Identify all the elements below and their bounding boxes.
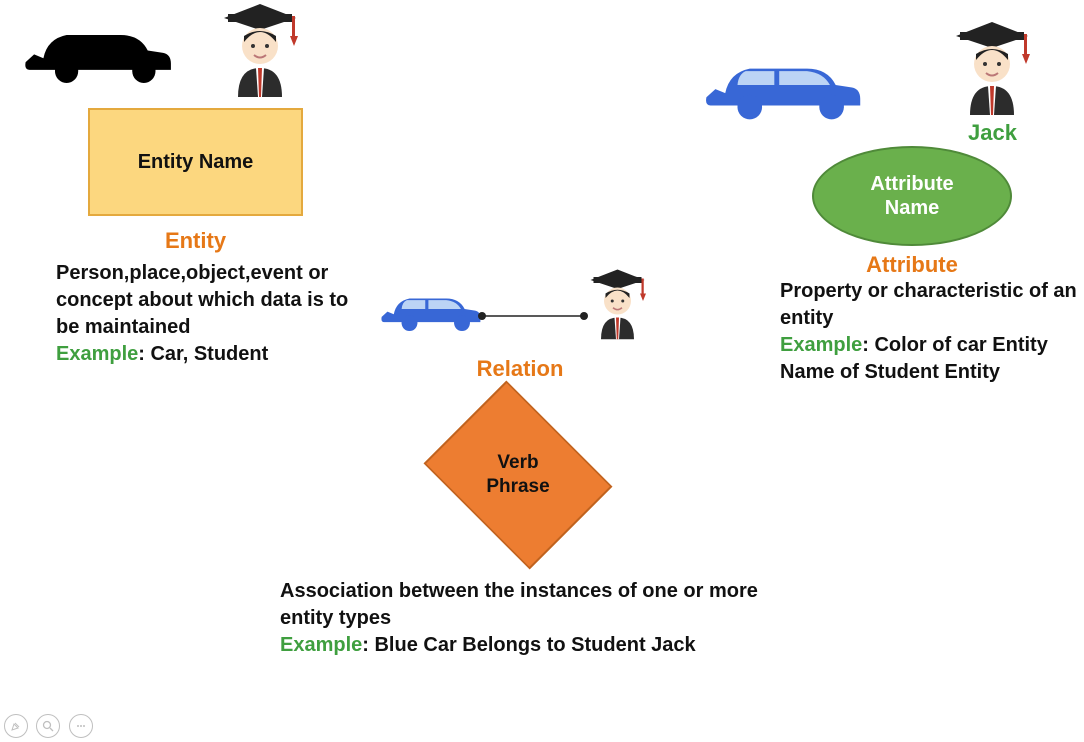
entity-example-label: Example [56, 343, 138, 365]
entity-heading: Entity [88, 228, 303, 254]
entity-example-text: : Car, Student [138, 343, 268, 365]
relation-line [478, 306, 588, 326]
presentation-toolbar [4, 714, 97, 738]
attribute-description-block: Property or characteristic of an entity … [780, 278, 1080, 386]
relation-description: Association between the instances of one… [280, 580, 758, 629]
zoom-icon[interactable] [36, 714, 60, 738]
relation-description-block: Association between the instances of one… [280, 578, 770, 659]
attribute-heading: Attribute [812, 252, 1012, 278]
attribute-ellipse: Attribute Name [812, 146, 1012, 246]
entity-box-label: Entity Name [138, 151, 254, 174]
attribute-example-label: Example [780, 334, 862, 356]
student-icon-attribute [942, 20, 1042, 125]
relation-example-text: : Blue Car Belongs to Student Jack [362, 634, 695, 656]
car-icon-black [15, 8, 180, 98]
relation-diamond-label: Verb Phrase [403, 400, 633, 550]
student-icon-relation [580, 268, 655, 348]
entity-box: Entity Name [88, 108, 303, 216]
attribute-description: Property or characteristic of an entity [780, 280, 1077, 329]
student-icon-entity [210, 2, 310, 107]
pen-tool-icon[interactable] [4, 714, 28, 738]
attribute-ellipse-label: Attribute Name [870, 172, 953, 220]
entity-description: Person,place,object,event or concept abo… [56, 262, 348, 338]
relation-diamond: Verb Phrase [403, 400, 633, 550]
relation-heading: Relation [440, 356, 600, 382]
car-icon-blue-relation [378, 278, 483, 345]
car-icon-blue-attribute [700, 40, 865, 135]
more-options-icon[interactable] [69, 714, 93, 738]
entity-description-block: Person,place,object,event or concept abo… [56, 260, 366, 368]
relation-example-label: Example [280, 634, 362, 656]
attribute-name-example: Jack [968, 120, 1017, 146]
